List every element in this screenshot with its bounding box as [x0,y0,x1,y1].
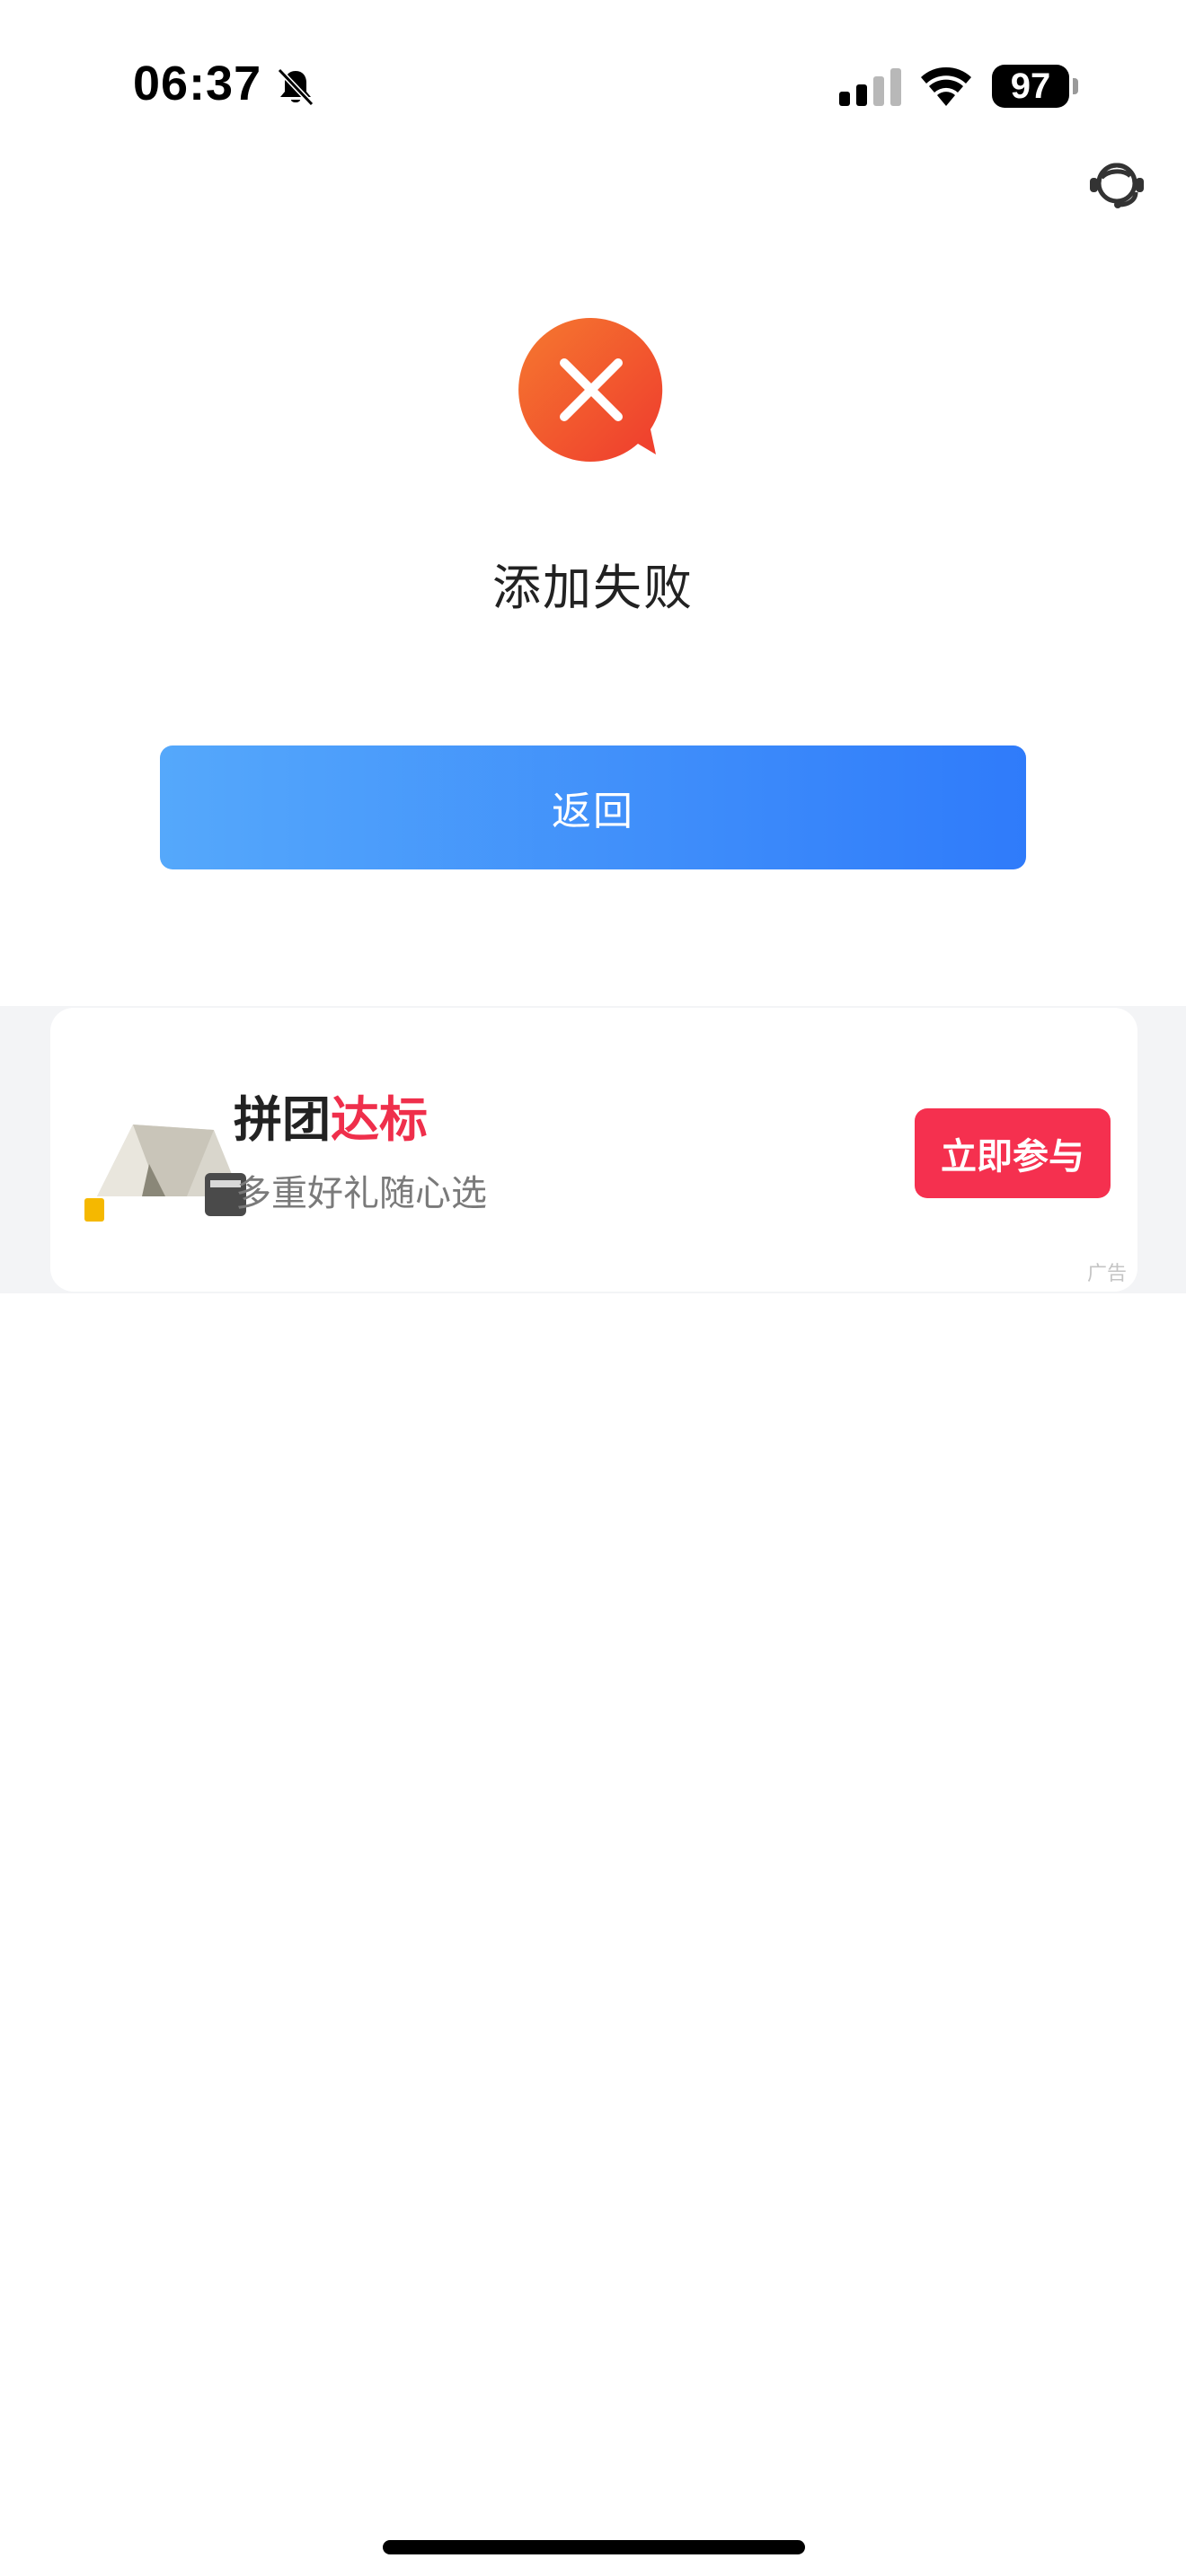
ad-title-highlight: 达标 [331,1091,428,1148]
signal-icon [839,68,901,106]
ad-section: 拼团达标 多重好礼随心选 立即参与 广告 [0,1006,1186,1293]
ad-subtitle: 多重好礼随心选 [235,1173,487,1214]
ad-badge: 广告 [1086,1263,1127,1285]
ad-title-main: 拼团 [234,1091,331,1148]
status-bar: 06:37 97 [0,0,1186,162]
join-now-button[interactable]: 立即参与 [915,1108,1111,1198]
result-title: 添加失败 [492,560,694,616]
bell-mute-icon [277,67,314,107]
page: 06:37 97 添加失败 返回 拼团达标 多重好礼随心选 立即参与 广告 [0,0,1186,2576]
battery-cap [1073,78,1078,94]
ad-title: 拼团达标 [234,1080,428,1151]
error-cross-bubble-icon [518,318,663,462]
battery-icon: 97 [992,65,1078,110]
battery-level: 97 [992,65,1069,108]
home-indicator[interactable] [383,2540,805,2554]
ad-card[interactable]: 拼团达标 多重好礼随心选 立即参与 广告 [50,1008,1137,1292]
customer-service-icon[interactable] [1085,153,1148,216]
wifi-icon [921,66,971,106]
back-button[interactable]: 返回 [160,745,1026,869]
status-time: 06:37 [133,57,262,110]
